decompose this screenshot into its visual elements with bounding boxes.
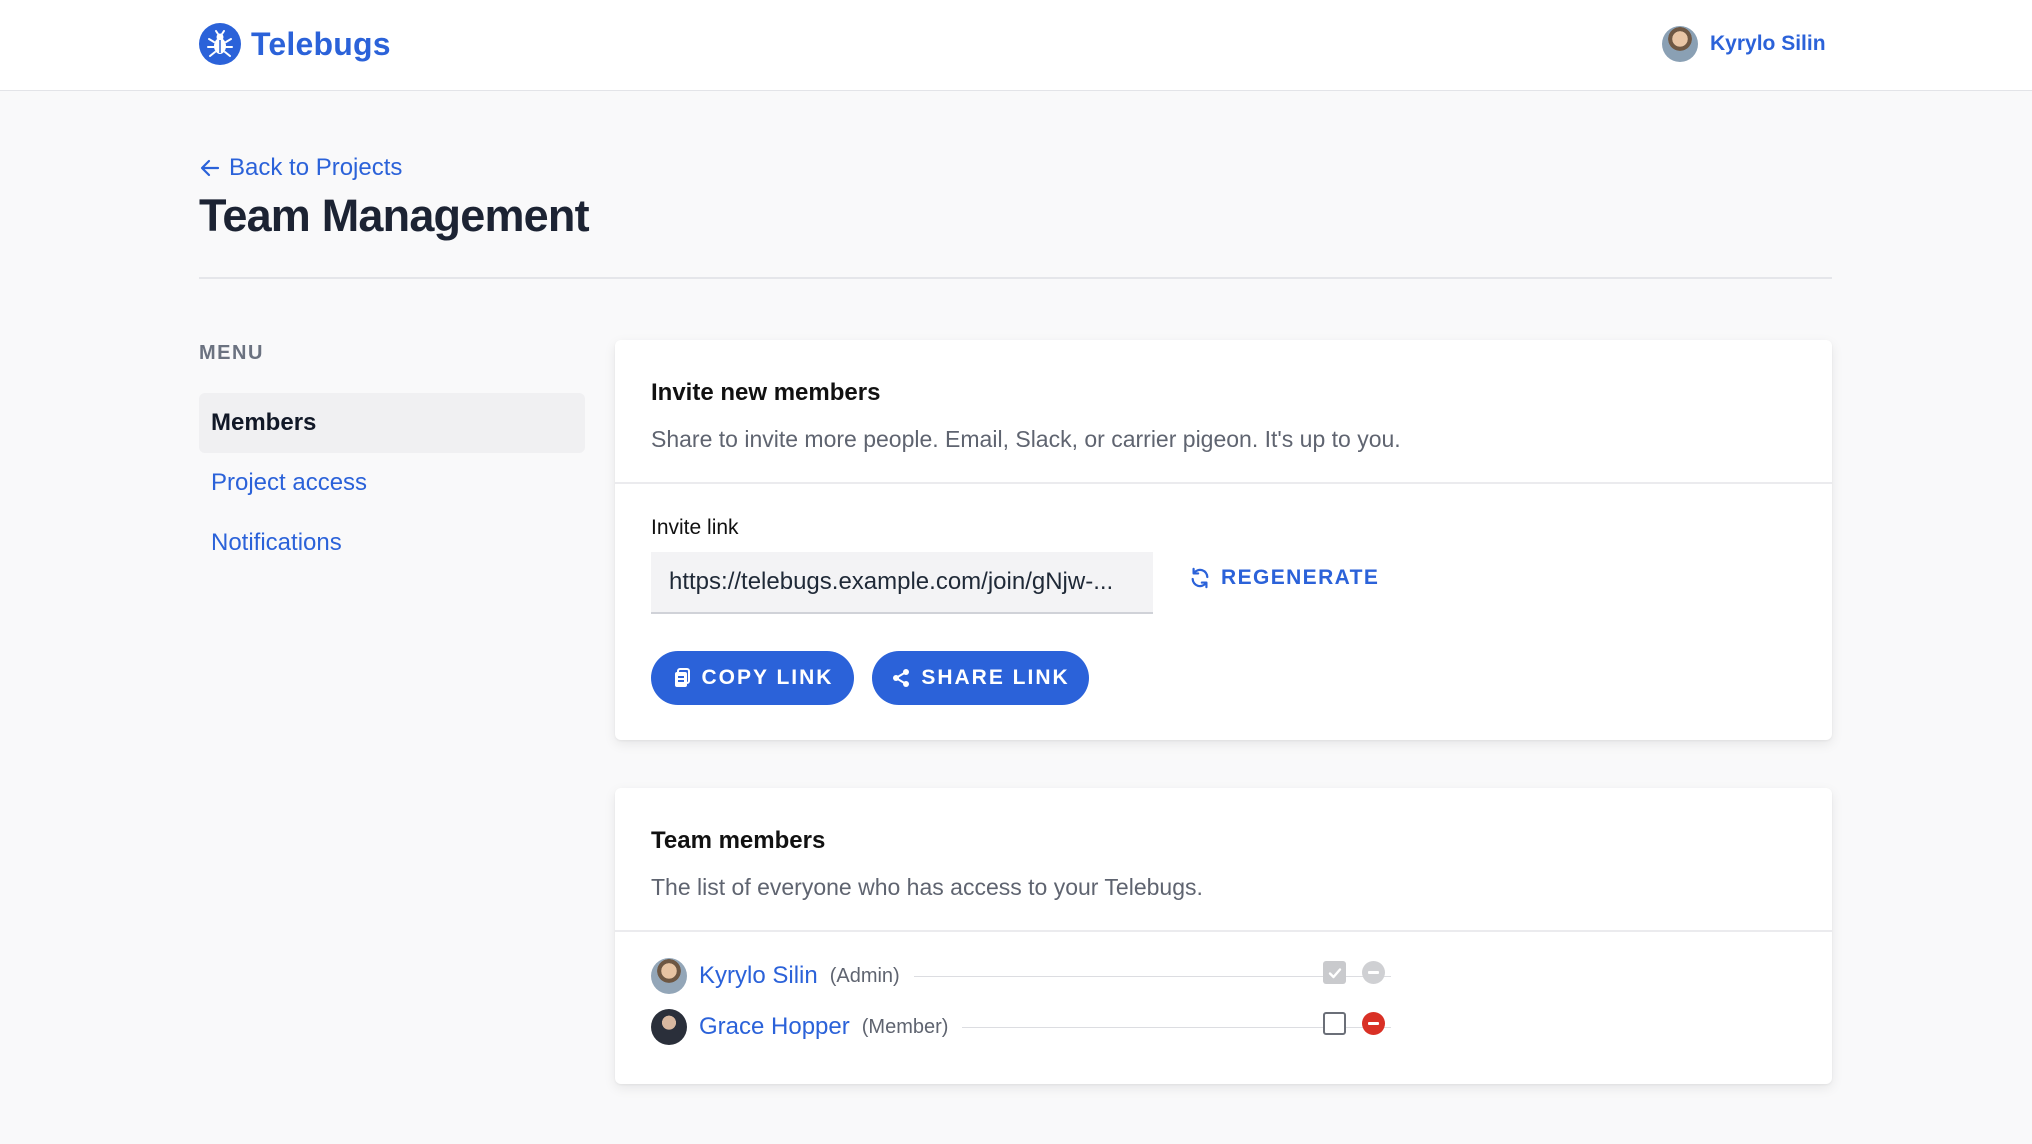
sidebar-item-label: Project access bbox=[211, 469, 368, 496]
share-icon bbox=[893, 669, 910, 687]
arrow-left-icon bbox=[200, 159, 220, 177]
sidebar-item-members[interactable]: Members bbox=[199, 393, 585, 453]
invite-description: Share to invite more people. Email, Slac… bbox=[651, 426, 1401, 452]
invite-link-field[interactable] bbox=[651, 552, 1153, 614]
team-description: The list of everyone who has access to y… bbox=[651, 874, 1203, 900]
app-logo[interactable]: Telebugs bbox=[199, 23, 391, 65]
member-name[interactable]: Grace Hopper bbox=[699, 1013, 850, 1041]
team-members-card: Team members The list of everyone who ha… bbox=[615, 788, 1832, 1084]
user-name: Kyrylo Silin bbox=[1710, 32, 1826, 55]
back-link-label: Back to Projects bbox=[229, 154, 403, 181]
minus-circle-icon[interactable] bbox=[1362, 961, 1385, 984]
share-link-button[interactable]: SHARE LINK bbox=[872, 651, 1089, 705]
page-title: Team Management bbox=[199, 190, 590, 241]
back-to-projects-link[interactable]: Back to Projects bbox=[199, 154, 402, 182]
list-item: Kyrylo Silin (Admin) bbox=[651, 956, 1391, 996]
regenerate-label: REGENERATE bbox=[1221, 566, 1380, 589]
sidebar-item-label: Members bbox=[211, 409, 317, 436]
card-divider bbox=[615, 930, 1832, 932]
member-admin-checkbox[interactable] bbox=[1323, 1012, 1346, 1035]
member-name[interactable]: Kyrylo Silin bbox=[699, 962, 818, 990]
card-divider bbox=[615, 482, 1832, 484]
user-menu[interactable]: Kyrylo Silin bbox=[1662, 26, 1826, 62]
clipboard-icon bbox=[674, 668, 690, 687]
row-leader-line bbox=[913, 975, 1391, 977]
invite-card: Invite new members Share to invite more … bbox=[615, 340, 1832, 740]
sidebar-item-notifications[interactable]: Notifications bbox=[199, 513, 585, 573]
bug-icon bbox=[199, 23, 241, 65]
check-icon bbox=[1328, 967, 1341, 978]
menu-heading: MENU bbox=[199, 342, 264, 364]
minus-circle-icon[interactable] bbox=[1362, 1012, 1385, 1035]
sidebar-item-project-access[interactable]: Project access bbox=[199, 453, 585, 513]
invite-title: Invite new members bbox=[651, 379, 881, 406]
avatar bbox=[651, 958, 687, 994]
avatar bbox=[1662, 26, 1698, 62]
regenerate-button[interactable]: REGENERATE bbox=[1189, 566, 1379, 590]
avatar bbox=[651, 1009, 687, 1045]
list-item: Grace Hopper (Member) bbox=[651, 1007, 1391, 1047]
member-role: (Member) bbox=[861, 1015, 949, 1038]
refresh-icon bbox=[1191, 567, 1209, 589]
header-divider bbox=[199, 277, 1832, 279]
app-name: Telebugs bbox=[251, 25, 391, 62]
invite-link-label: Invite link bbox=[651, 516, 739, 539]
member-role: (Admin) bbox=[829, 964, 900, 987]
sidebar-item-label: Notifications bbox=[211, 529, 342, 556]
top-bar: Telebugs Kyrylo Silin bbox=[0, 0, 2032, 91]
team-title: Team members bbox=[651, 827, 826, 854]
copy-link-label: COPY LINK bbox=[701, 666, 834, 689]
share-link-label: SHARE LINK bbox=[921, 666, 1070, 689]
copy-link-button[interactable]: COPY LINK bbox=[651, 651, 854, 705]
member-admin-checkbox[interactable] bbox=[1323, 961, 1346, 984]
